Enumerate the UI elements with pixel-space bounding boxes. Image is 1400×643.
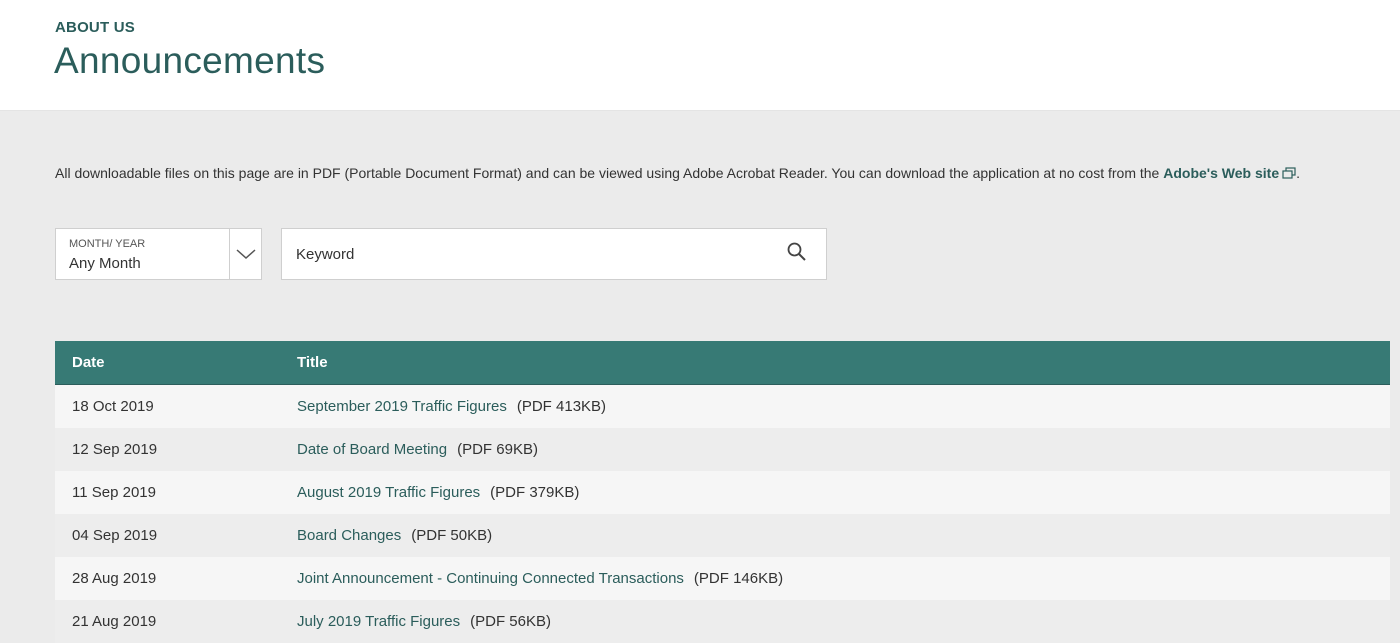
file-size: (PDF 69KB) (457, 441, 538, 458)
search-icon[interactable] (786, 241, 808, 268)
month-year-select[interactable]: MONTH/ YEAR Any Month (55, 228, 262, 280)
adobe-website-link-label: Adobe's Web site (1163, 165, 1280, 181)
row-title: Board Changes (PDF 50KB) (297, 527, 492, 544)
table-row: 21 Aug 2019 July 2019 Traffic Figures (PD… (55, 600, 1390, 643)
row-date: 11 Sep 2019 (72, 484, 156, 501)
row-title: July 2019 Traffic Figures (PDF 56KB) (297, 613, 551, 630)
file-size: (PDF 56KB) (470, 613, 551, 630)
pdf-notice: All downloadable files on this page are … (55, 165, 1300, 182)
table-header: Date Title (55, 341, 1390, 385)
file-size: (PDF 379KB) (490, 484, 580, 501)
month-year-label: MONTH/ YEAR (69, 238, 146, 250)
row-title: September 2019 Traffic Figures (PDF 413KB… (297, 398, 606, 415)
column-header-title: Title (297, 354, 328, 371)
pdf-notice-text: All downloadable files on this page are … (55, 165, 1164, 181)
announcements-table: Date Title 18 Oct 2019 September 2019 Tr… (55, 341, 1390, 643)
row-date: 04 Sep 2019 (72, 527, 158, 544)
row-date: 18 Oct 2019 (72, 398, 154, 415)
keyword-input[interactable] (283, 230, 763, 278)
table-row: 04 Sep 2019 Board Changes (PDF 50KB) (55, 514, 1390, 557)
table-row: 18 Oct 2019 September 2019 Traffic Figur… (55, 385, 1390, 428)
pdf-notice-end: . (1296, 165, 1301, 181)
row-title: Joint Announcement - Continuing Connecte… (297, 570, 783, 587)
month-year-value: Any Month (69, 255, 141, 272)
file-size: (PDF 50KB) (411, 527, 493, 544)
file-size: (PDF 413KB) (516, 398, 607, 415)
table-row: 28 Aug 2019 Joint Announcement - Continu… (55, 557, 1390, 600)
table-row: 11 Sep 2019 August 2019 Traffic Figures (… (55, 471, 1390, 514)
section-kicker: ABOUT US (55, 19, 135, 36)
row-title: Date of Board Meeting (PDF 69KB) (297, 441, 538, 458)
row-date: 28 Aug 2019 (72, 570, 157, 587)
page-title: Announcements (54, 40, 326, 81)
announcement-link[interactable]: August 2019 Traffic Figures (297, 484, 480, 501)
select-divider (229, 229, 230, 279)
column-header-date: Date (72, 354, 105, 371)
announcement-link[interactable]: Joint Announcement - Continuing Connecte… (297, 570, 684, 587)
keyword-search (281, 228, 827, 280)
row-date: 12 Sep 2019 (72, 441, 158, 458)
main-content: All downloadable files on this page are … (0, 111, 1400, 643)
announcement-link[interactable]: Board Changes (297, 527, 401, 544)
table-row: 12 Sep 2019 Date of Board Meeting (PDF 69… (55, 428, 1390, 471)
chevron-down-icon[interactable] (235, 246, 257, 267)
page-header: ABOUT US Announcements (0, 0, 1400, 111)
announcement-link[interactable]: September 2019 Traffic Figures (297, 398, 507, 415)
row-title: August 2019 Traffic Figures (PDF 379KB) (297, 484, 579, 501)
external-link-icon (1282, 166, 1296, 182)
announcement-link[interactable]: Date of Board Meeting (297, 441, 447, 458)
announcement-link[interactable]: July 2019 Traffic Figures (297, 613, 460, 630)
adobe-website-link[interactable]: Adobe's Web site (1163, 165, 1296, 181)
row-date: 21 Aug 2019 (72, 613, 157, 630)
file-size: (PDF 146KB) (693, 570, 784, 587)
